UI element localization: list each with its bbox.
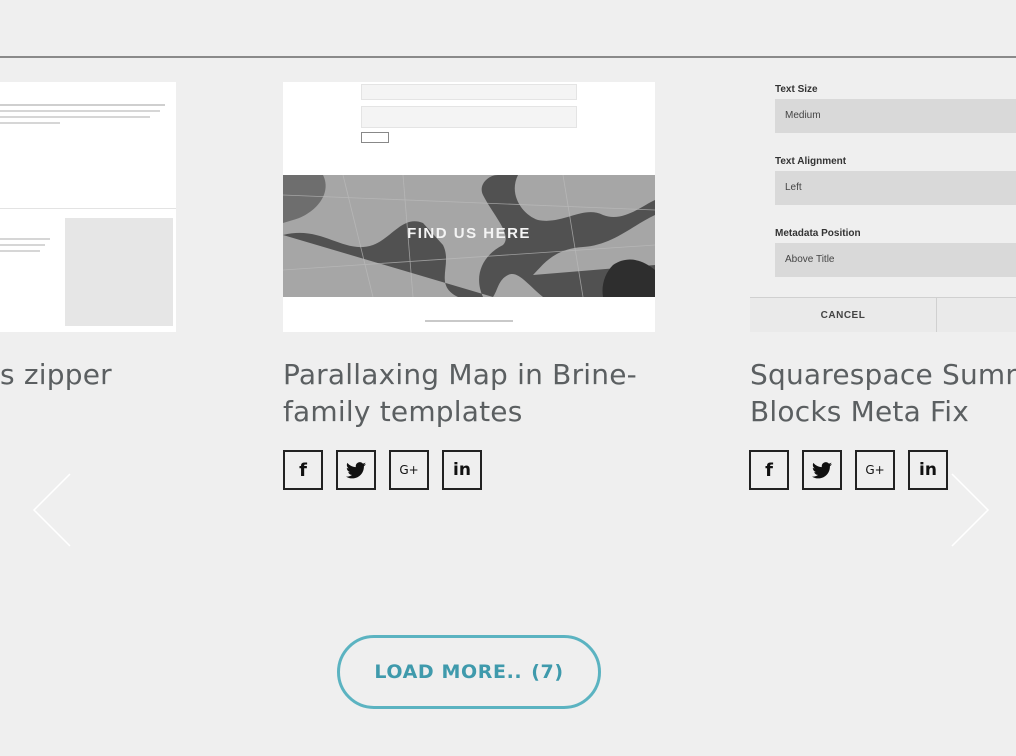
google-plus-icon: G+ — [865, 463, 885, 477]
top-divider — [0, 56, 1016, 58]
post-title[interactable]: Parallaxing Map in Brine- family templat… — [283, 356, 663, 430]
load-more-button[interactable]: LOAD MORE.. (7) — [337, 635, 601, 709]
twitter-icon — [812, 461, 832, 478]
cancel-button[interactable]: CANCEL — [750, 298, 937, 332]
post-title[interactable]: s zipper — [0, 356, 240, 393]
post-thumbnail[interactable] — [0, 82, 176, 332]
text-size-select[interactable]: Medium — [775, 99, 1016, 133]
linkedin-icon: in — [919, 460, 937, 480]
facebook-share-button[interactable]: f — [283, 450, 323, 490]
linkedin-share-button[interactable]: in — [442, 450, 482, 490]
google-plus-share-button[interactable]: G+ — [389, 450, 429, 490]
load-more-label: LOAD MORE.. — [374, 661, 523, 683]
facebook-icon: f — [299, 459, 307, 481]
dialog-footer: CANCEL — [750, 297, 1016, 332]
post-title-line[interactable]: family templates — [283, 393, 663, 430]
field-label: Text Size — [775, 84, 818, 95]
map-label: FIND US HERE — [407, 225, 531, 242]
post-thumbnail[interactable]: Text Size Medium Text Alignment Left Met… — [750, 82, 1016, 332]
facebook-share-button[interactable]: f — [749, 450, 789, 490]
linkedin-share-button[interactable]: in — [908, 450, 948, 490]
text-alignment-select[interactable]: Left — [775, 171, 1016, 205]
twitter-share-button[interactable] — [336, 450, 376, 490]
carousel-prev-button[interactable] — [32, 472, 72, 548]
map-image: FIND US HERE — [283, 175, 655, 297]
post-title[interactable]: Squarespace Summ Blocks Meta Fix — [750, 356, 1016, 430]
chevron-left-icon — [32, 473, 71, 547]
chevron-right-icon — [951, 473, 990, 547]
load-more-count: (7) — [531, 661, 564, 683]
post-title-line[interactable]: Squarespace Summ — [750, 356, 1016, 393]
facebook-icon: f — [765, 459, 773, 481]
linkedin-icon: in — [453, 460, 471, 480]
share-buttons: f G+ in — [749, 450, 948, 490]
post-thumbnail[interactable]: FIND US HERE — [283, 82, 655, 332]
google-plus-share-button[interactable]: G+ — [855, 450, 895, 490]
share-buttons: f G+ in — [283, 450, 482, 490]
twitter-icon — [346, 461, 366, 478]
field-label: Metadata Position — [775, 228, 861, 239]
post-title-line[interactable]: Parallaxing Map in Brine- — [283, 356, 663, 393]
metadata-position-select[interactable]: Above Title — [775, 243, 1016, 277]
twitter-share-button[interactable] — [802, 450, 842, 490]
google-plus-icon: G+ — [399, 463, 419, 477]
post-title-line[interactable]: s zipper — [0, 356, 240, 393]
carousel-next-button[interactable] — [950, 472, 990, 548]
post-title-line[interactable]: Blocks Meta Fix — [750, 393, 1016, 430]
field-label: Text Alignment — [775, 156, 847, 167]
